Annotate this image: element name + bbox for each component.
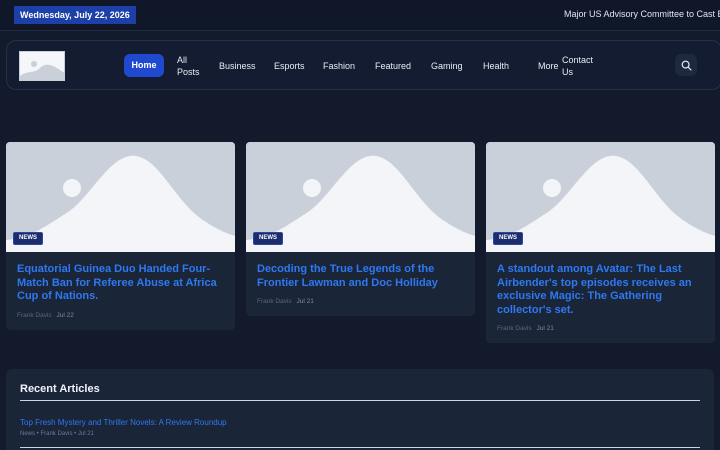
nav-gaming[interactable]: Gaming: [431, 60, 463, 72]
recent-article-title[interactable]: Top Fresh Mystery and Thriller Novels: A…: [20, 418, 227, 427]
category-badge[interactable]: NEWS: [13, 232, 43, 245]
nav-contact-us[interactable]: Contact Us: [562, 54, 593, 78]
card-meta: Frank Davis Jul 21: [497, 325, 704, 332]
nav-business[interactable]: Business: [219, 60, 256, 72]
card-image[interactable]: NEWS: [6, 142, 235, 252]
nav-all-posts[interactable]: All Posts: [177, 54, 200, 78]
category-badge[interactable]: NEWS: [493, 232, 523, 245]
nav-health[interactable]: Health: [483, 60, 509, 72]
recent-articles-heading: Recent Articles: [20, 383, 100, 395]
card-image[interactable]: NEWS: [486, 142, 715, 252]
search-icon: [681, 60, 692, 71]
nav-all-posts-line2: Posts: [177, 67, 200, 77]
article-card[interactable]: NEWS Equatorial Guinea Duo Handed Four-M…: [6, 142, 235, 330]
site-header: Home All Posts Business Esports Fashion …: [6, 40, 720, 90]
card-author: Frank Davis: [257, 298, 292, 306]
divider: [20, 447, 700, 448]
card-date: Jul 21: [296, 298, 314, 306]
card-title[interactable]: Equatorial Guinea Duo Handed Four-Match …: [17, 263, 224, 304]
current-date-badge: Wednesday, July 22, 2026: [14, 6, 136, 24]
recent-articles-panel: Recent Articles Top Fresh Mystery and Th…: [6, 369, 714, 450]
image-placeholder-icon: [20, 52, 64, 80]
nav-more[interactable]: More: [538, 60, 559, 72]
article-card[interactable]: NEWS A standout among Avatar: The Last A…: [486, 142, 715, 344]
nav-all-posts-line1: All: [177, 55, 188, 65]
card-date: Jul 22: [56, 311, 74, 319]
card-meta: Frank Davis Jul 22: [17, 312, 224, 319]
top-bar: Wednesday, July 22, 2026 Major US Adviso…: [0, 0, 720, 31]
nav-fashion[interactable]: Fashion: [323, 60, 355, 72]
article-card[interactable]: NEWS Decoding the True Legends of the Fr…: [246, 142, 475, 317]
divider: [20, 400, 700, 401]
nav-contact-line1: Contact: [562, 55, 594, 65]
card-meta: Frank Davis Jul 21: [257, 298, 464, 305]
site-logo[interactable]: [19, 51, 65, 81]
nav-esports[interactable]: Esports: [274, 60, 305, 72]
card-image[interactable]: NEWS: [246, 142, 475, 252]
card-title[interactable]: A standout among Avatar: The Last Airben…: [497, 263, 704, 317]
card-title[interactable]: Decoding the True Legends of the Frontie…: [257, 263, 464, 290]
nav-contact-line2: Us: [562, 67, 573, 77]
card-date: Jul 21: [536, 325, 554, 333]
card-author: Frank Davis: [17, 311, 52, 319]
search-button[interactable]: [675, 54, 697, 76]
nav-featured[interactable]: Featured: [375, 60, 411, 72]
news-ticker[interactable]: Major US Advisory Committee to Cast Ball: [564, 9, 720, 19]
card-author: Frank Davis: [497, 325, 532, 333]
nav-home[interactable]: Home: [124, 54, 164, 77]
category-badge[interactable]: NEWS: [253, 232, 283, 245]
recent-article-meta: News • Frank Davis • Jul 21: [20, 431, 94, 437]
